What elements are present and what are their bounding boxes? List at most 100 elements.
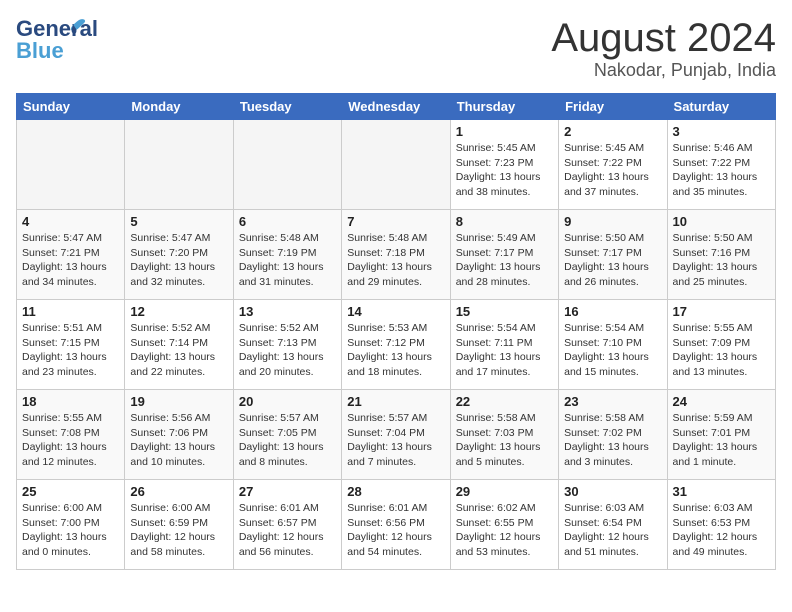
- calendar-cell: 21 Sunrise: 5:57 AM Sunset: 7:04 PM Dayli…: [342, 390, 450, 480]
- day-number: 28: [347, 484, 444, 499]
- day-number: 29: [456, 484, 553, 499]
- calendar-cell: 3 Sunrise: 5:46 AM Sunset: 7:22 PM Daylig…: [667, 120, 775, 210]
- day-detail: Sunrise: 5:49 AM Sunset: 7:17 PM Dayligh…: [456, 231, 553, 290]
- day-number: 9: [564, 214, 661, 229]
- day-detail: Sunrise: 5:58 AM Sunset: 7:03 PM Dayligh…: [456, 411, 553, 470]
- day-detail: Sunrise: 5:46 AM Sunset: 7:22 PM Dayligh…: [673, 141, 770, 200]
- header-sunday: Sunday: [17, 94, 125, 120]
- logo-bird-icon: [66, 16, 88, 38]
- calendar-cell: 1 Sunrise: 5:45 AM Sunset: 7:23 PM Daylig…: [450, 120, 558, 210]
- day-number: 6: [239, 214, 336, 229]
- calendar-header-row: SundayMondayTuesdayWednesdayThursdayFrid…: [17, 94, 776, 120]
- calendar-week-3: 11 Sunrise: 5:51 AM Sunset: 7:15 PM Dayli…: [17, 300, 776, 390]
- calendar-cell: 19 Sunrise: 5:56 AM Sunset: 7:06 PM Dayli…: [125, 390, 233, 480]
- calendar-cell: 8 Sunrise: 5:49 AM Sunset: 7:17 PM Daylig…: [450, 210, 558, 300]
- day-detail: Sunrise: 5:47 AM Sunset: 7:21 PM Dayligh…: [22, 231, 119, 290]
- day-detail: Sunrise: 5:51 AM Sunset: 7:15 PM Dayligh…: [22, 321, 119, 380]
- calendar-week-5: 25Sunrise: 6:00 AM Sunset: 7:00 PM Dayli…: [17, 480, 776, 570]
- day-number: 12: [130, 304, 227, 319]
- day-number: 1: [456, 124, 553, 139]
- day-number: 15: [456, 304, 553, 319]
- calendar-cell: 31 Sunrise: 6:03 AM Sunset: 6:53 PM Dayli…: [667, 480, 775, 570]
- calendar-week-1: 1 Sunrise: 5:45 AM Sunset: 7:23 PM Daylig…: [17, 120, 776, 210]
- day-detail: Sunrise: 6:01 AM Sunset: 6:57 PM Dayligh…: [239, 501, 336, 560]
- calendar-cell: 9 Sunrise: 5:50 AM Sunset: 7:17 PM Daylig…: [559, 210, 667, 300]
- day-detail: Sunrise: 5:54 AM Sunset: 7:11 PM Dayligh…: [456, 321, 553, 380]
- title-block: August 2024 Nakodar, Punjab, India: [551, 16, 776, 81]
- calendar-week-4: 18 Sunrise: 5:55 AM Sunset: 7:08 PM Dayli…: [17, 390, 776, 480]
- day-number: 3: [673, 124, 770, 139]
- day-number: 30: [564, 484, 661, 499]
- header-tuesday: Tuesday: [233, 94, 341, 120]
- header-thursday: Thursday: [450, 94, 558, 120]
- day-number: 19: [130, 394, 227, 409]
- logo: General Blue: [16, 16, 70, 60]
- calendar-cell: 11 Sunrise: 5:51 AM Sunset: 7:15 PM Dayli…: [17, 300, 125, 390]
- header-saturday: Saturday: [667, 94, 775, 120]
- calendar-cell: 10Sunrise: 5:50 AM Sunset: 7:16 PM Dayli…: [667, 210, 775, 300]
- calendar-cell: 30 Sunrise: 6:03 AM Sunset: 6:54 PM Dayli…: [559, 480, 667, 570]
- day-detail: Sunrise: 5:47 AM Sunset: 7:20 PM Dayligh…: [130, 231, 227, 290]
- day-detail: Sunrise: 6:00 AM Sunset: 6:59 PM Dayligh…: [130, 501, 227, 560]
- day-detail: Sunrise: 5:57 AM Sunset: 7:04 PM Dayligh…: [347, 411, 444, 470]
- day-detail: Sunrise: 5:48 AM Sunset: 7:19 PM Dayligh…: [239, 231, 336, 290]
- day-detail: Sunrise: 5:55 AM Sunset: 7:09 PM Dayligh…: [673, 321, 770, 380]
- day-detail: Sunrise: 5:59 AM Sunset: 7:01 PM Dayligh…: [673, 411, 770, 470]
- calendar-cell: 26 Sunrise: 6:00 AM Sunset: 6:59 PM Dayli…: [125, 480, 233, 570]
- day-number: 25: [22, 484, 119, 499]
- day-detail: Sunrise: 5:55 AM Sunset: 7:08 PM Dayligh…: [22, 411, 119, 470]
- calendar-week-2: 4Sunrise: 5:47 AM Sunset: 7:21 PM Daylig…: [17, 210, 776, 300]
- day-number: 21: [347, 394, 444, 409]
- day-number: 2: [564, 124, 661, 139]
- logo-blue: Blue: [16, 38, 64, 64]
- day-detail: Sunrise: 5:50 AM Sunset: 7:17 PM Dayligh…: [564, 231, 661, 290]
- day-number: 14: [347, 304, 444, 319]
- calendar-cell: 6 Sunrise: 5:48 AM Sunset: 7:19 PM Daylig…: [233, 210, 341, 300]
- calendar-cell: 27 Sunrise: 6:01 AM Sunset: 6:57 PM Dayli…: [233, 480, 341, 570]
- day-detail: Sunrise: 5:48 AM Sunset: 7:18 PM Dayligh…: [347, 231, 444, 290]
- calendar-cell: 24Sunrise: 5:59 AM Sunset: 7:01 PM Dayli…: [667, 390, 775, 480]
- day-number: 16: [564, 304, 661, 319]
- day-detail: Sunrise: 5:53 AM Sunset: 7:12 PM Dayligh…: [347, 321, 444, 380]
- day-number: 13: [239, 304, 336, 319]
- calendar-cell: 23 Sunrise: 5:58 AM Sunset: 7:02 PM Dayli…: [559, 390, 667, 480]
- day-detail: Sunrise: 5:45 AM Sunset: 7:23 PM Dayligh…: [456, 141, 553, 200]
- day-detail: Sunrise: 6:03 AM Sunset: 6:53 PM Dayligh…: [673, 501, 770, 560]
- calendar-cell: 20 Sunrise: 5:57 AM Sunset: 7:05 PM Dayli…: [233, 390, 341, 480]
- calendar-cell: [17, 120, 125, 210]
- day-number: 27: [239, 484, 336, 499]
- calendar-cell: 14 Sunrise: 5:53 AM Sunset: 7:12 PM Dayli…: [342, 300, 450, 390]
- day-number: 11: [22, 304, 119, 319]
- calendar-cell: 16Sunrise: 5:54 AM Sunset: 7:10 PM Dayli…: [559, 300, 667, 390]
- day-number: 8: [456, 214, 553, 229]
- calendar-cell: 15 Sunrise: 5:54 AM Sunset: 7:11 PM Dayli…: [450, 300, 558, 390]
- calendar-cell: 25Sunrise: 6:00 AM Sunset: 7:00 PM Dayli…: [17, 480, 125, 570]
- day-number: 10: [673, 214, 770, 229]
- location-title: Nakodar, Punjab, India: [551, 60, 776, 81]
- day-number: 17: [673, 304, 770, 319]
- day-detail: Sunrise: 5:52 AM Sunset: 7:14 PM Dayligh…: [130, 321, 227, 380]
- day-detail: Sunrise: 5:56 AM Sunset: 7:06 PM Dayligh…: [130, 411, 227, 470]
- calendar-cell: 17 Sunrise: 5:55 AM Sunset: 7:09 PM Dayli…: [667, 300, 775, 390]
- day-detail: Sunrise: 5:45 AM Sunset: 7:22 PM Dayligh…: [564, 141, 661, 200]
- day-detail: Sunrise: 5:57 AM Sunset: 7:05 PM Dayligh…: [239, 411, 336, 470]
- day-number: 18: [22, 394, 119, 409]
- calendar-cell: 4Sunrise: 5:47 AM Sunset: 7:21 PM Daylig…: [17, 210, 125, 300]
- day-detail: Sunrise: 6:01 AM Sunset: 6:56 PM Dayligh…: [347, 501, 444, 560]
- day-detail: Sunrise: 5:58 AM Sunset: 7:02 PM Dayligh…: [564, 411, 661, 470]
- calendar-cell: 28 Sunrise: 6:01 AM Sunset: 6:56 PM Dayli…: [342, 480, 450, 570]
- calendar-cell: 22Sunrise: 5:58 AM Sunset: 7:03 PM Dayli…: [450, 390, 558, 480]
- day-number: 31: [673, 484, 770, 499]
- day-number: 23: [564, 394, 661, 409]
- header-friday: Friday: [559, 94, 667, 120]
- day-detail: Sunrise: 5:52 AM Sunset: 7:13 PM Dayligh…: [239, 321, 336, 380]
- header-monday: Monday: [125, 94, 233, 120]
- calendar-cell: 13 Sunrise: 5:52 AM Sunset: 7:13 PM Dayli…: [233, 300, 341, 390]
- day-number: 20: [239, 394, 336, 409]
- page-header: General Blue August 2024 Nakodar, Punjab…: [16, 16, 776, 81]
- day-detail: Sunrise: 6:03 AM Sunset: 6:54 PM Dayligh…: [564, 501, 661, 560]
- calendar-cell: 18 Sunrise: 5:55 AM Sunset: 7:08 PM Dayli…: [17, 390, 125, 480]
- calendar-cell: [233, 120, 341, 210]
- calendar-table: SundayMondayTuesdayWednesdayThursdayFrid…: [16, 93, 776, 570]
- day-number: 26: [130, 484, 227, 499]
